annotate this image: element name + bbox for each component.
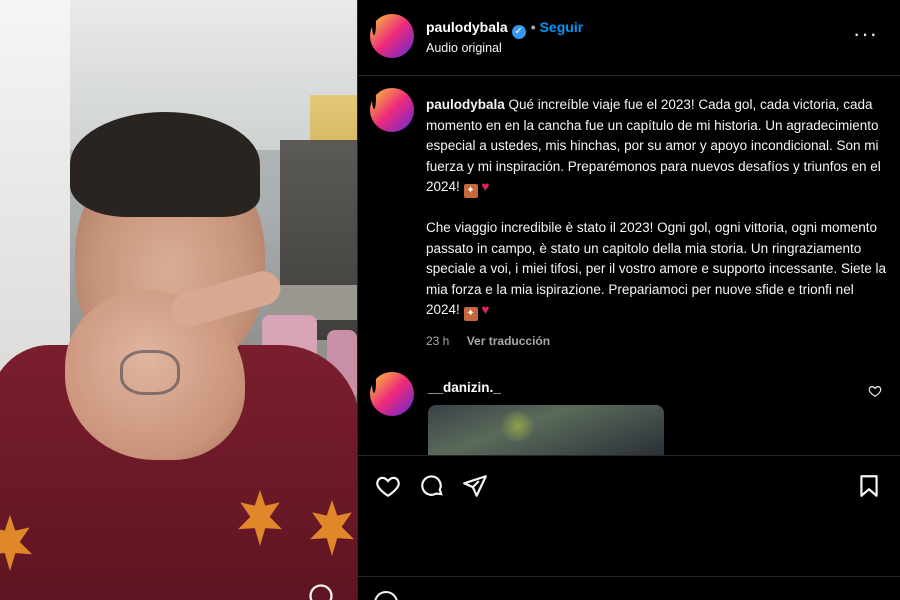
post-timestamp[interactable]: 23 h bbox=[426, 334, 449, 348]
audio-label[interactable]: Audio original bbox=[426, 41, 502, 55]
post-media[interactable] bbox=[0, 0, 357, 600]
see-translation-button[interactable]: Ver traducción bbox=[467, 334, 550, 348]
emoji-picker-icon[interactable] bbox=[374, 591, 398, 600]
post-panel: paulodybala ✓ • Seguir Audio original ··· p… bbox=[358, 0, 900, 600]
caption-text-it: Che viaggio incredibile è stato il 2023!… bbox=[426, 220, 886, 317]
reel-audio-icon[interactable] bbox=[307, 582, 335, 600]
comment-item: __danizin._ bbox=[358, 370, 900, 455]
post-actions-bar bbox=[358, 455, 900, 515]
comment-media-thumbnail[interactable] bbox=[428, 405, 664, 455]
media-tattoo bbox=[120, 350, 180, 395]
red-heart-emoji-icon: ♥ bbox=[481, 179, 490, 194]
add-comment-bar bbox=[358, 576, 900, 600]
like-heart-icon[interactable] bbox=[375, 473, 401, 499]
share-paper-plane-icon[interactable] bbox=[462, 473, 488, 499]
separator-dot: • bbox=[530, 19, 536, 35]
comment-like-icon[interactable] bbox=[868, 384, 882, 398]
sparkle-emoji-icon: ✦ bbox=[463, 184, 478, 198]
follow-button[interactable]: Seguir bbox=[540, 19, 584, 35]
author-username[interactable]: paulodybala bbox=[426, 19, 508, 35]
caption-avatar[interactable] bbox=[370, 88, 414, 132]
sparkle-emoji-icon: ✦ bbox=[463, 307, 478, 321]
verified-badge-icon: ✓ bbox=[511, 25, 526, 39]
commenter-username[interactable]: __danizin._ bbox=[428, 380, 501, 395]
caption-meta: 23 h Ver traducción bbox=[426, 334, 550, 348]
comment-bubble-icon[interactable] bbox=[419, 473, 445, 499]
caption-username[interactable]: paulodybala bbox=[426, 97, 505, 112]
author-line: paulodybala ✓ • Seguir bbox=[426, 19, 583, 39]
media-hair bbox=[70, 112, 260, 217]
more-options-icon[interactable]: ··· bbox=[853, 23, 878, 45]
post-header: paulodybala ✓ • Seguir Audio original ··· bbox=[358, 0, 900, 76]
caption-body: paulodybala Qué increíble viaje fue el 2… bbox=[426, 95, 886, 321]
author-avatar[interactable] bbox=[370, 14, 414, 58]
caption-paragraph-it: Che viaggio incredibile è stato il 2023!… bbox=[426, 218, 886, 321]
red-heart-emoji-icon: ♥ bbox=[481, 302, 490, 317]
save-bookmark-icon[interactable] bbox=[856, 473, 882, 499]
commenter-avatar[interactable] bbox=[370, 372, 414, 416]
